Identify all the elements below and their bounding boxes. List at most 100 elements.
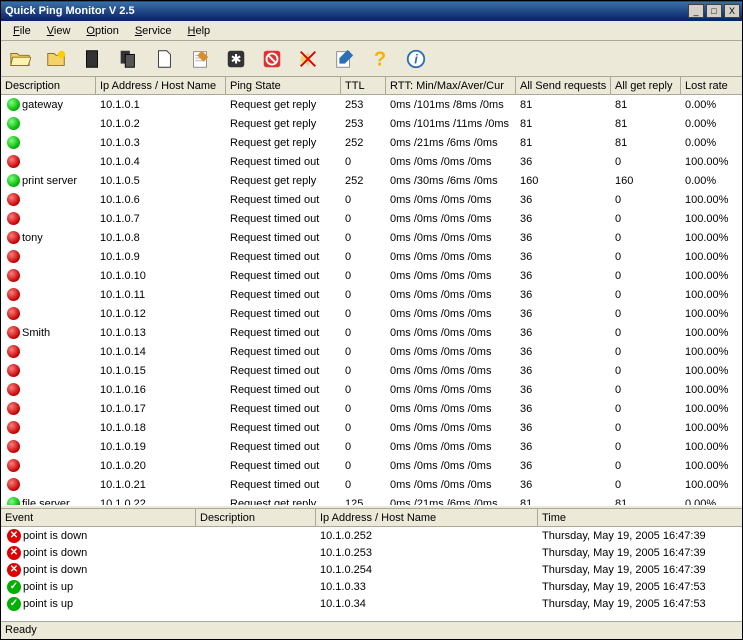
cell-send: 36 bbox=[516, 231, 611, 245]
col-reply[interactable]: All get reply bbox=[611, 77, 681, 94]
status-dot-icon bbox=[7, 269, 20, 282]
table-row[interactable]: 10.1.0.16Request timed out00ms /0ms /0ms… bbox=[1, 380, 742, 399]
menu-view[interactable]: View bbox=[39, 23, 79, 39]
event-row[interactable]: ✕point is down10.1.0.254Thursday, May 19… bbox=[1, 561, 742, 578]
ecol-description[interactable]: Description bbox=[196, 509, 316, 526]
cell-rtt: 0ms /0ms /0ms /0ms bbox=[386, 231, 516, 245]
edit-button[interactable] bbox=[329, 44, 359, 74]
table-row[interactable]: 10.1.0.20Request timed out00ms /0ms /0ms… bbox=[1, 456, 742, 475]
menu-file[interactable]: File bbox=[5, 23, 39, 39]
event-row[interactable]: ✕point is down10.1.0.252Thursday, May 19… bbox=[1, 527, 742, 544]
new-doc-button[interactable] bbox=[77, 44, 107, 74]
cell-rtt: 0ms /0ms /0ms /0ms bbox=[386, 212, 516, 226]
table-row[interactable]: Smith10.1.0.13Request timed out00ms /0ms… bbox=[1, 323, 742, 342]
maximize-button[interactable]: □ bbox=[706, 4, 722, 18]
cell-ip: 10.1.0.11 bbox=[96, 288, 226, 302]
new-folder-button[interactable] bbox=[41, 44, 71, 74]
event-time: Thursday, May 19, 2005 16:47:39 bbox=[538, 529, 723, 543]
col-description[interactable]: Description bbox=[1, 77, 96, 94]
menu-option[interactable]: Option bbox=[78, 23, 126, 39]
col-lost[interactable]: Lost rate bbox=[681, 77, 736, 94]
close-button[interactable]: X bbox=[724, 4, 740, 18]
table-row[interactable]: gateway10.1.0.1Request get reply2530ms /… bbox=[1, 95, 742, 114]
table-row[interactable]: tony10.1.0.8Request timed out00ms /0ms /… bbox=[1, 228, 742, 247]
cell-send: 36 bbox=[516, 421, 611, 435]
copy-docs-button[interactable] bbox=[113, 44, 143, 74]
ecol-time[interactable]: Time bbox=[538, 509, 723, 526]
cell-description: print server bbox=[22, 175, 77, 187]
event-text: point is down bbox=[23, 564, 87, 576]
cell-reply: 0 bbox=[611, 212, 681, 226]
cell-ttl: 0 bbox=[341, 193, 386, 207]
table-row[interactable]: 10.1.0.15Request timed out00ms /0ms /0ms… bbox=[1, 361, 742, 380]
notepad-button[interactable] bbox=[185, 44, 215, 74]
cell-lost: 100.00% bbox=[681, 345, 736, 359]
cell-ttl: 0 bbox=[341, 421, 386, 435]
table-row[interactable]: 10.1.0.18Request timed out00ms /0ms /0ms… bbox=[1, 418, 742, 437]
event-time: Thursday, May 19, 2005 16:47:39 bbox=[538, 563, 723, 577]
event-row[interactable]: ✕point is down10.1.0.253Thursday, May 19… bbox=[1, 544, 742, 561]
cell-description: file server bbox=[22, 498, 70, 506]
table-row[interactable]: print server10.1.0.5Request get reply252… bbox=[1, 171, 742, 190]
event-text: point is up bbox=[23, 581, 73, 593]
table-row[interactable]: 10.1.0.3Request get reply2520ms /21ms /6… bbox=[1, 133, 742, 152]
mute-button[interactable] bbox=[293, 44, 323, 74]
window-title: Quick Ping Monitor V 2.5 bbox=[5, 5, 686, 17]
cell-ip: 10.1.0.9 bbox=[96, 250, 226, 264]
event-row[interactable]: ✓point is up10.1.0.33Thursday, May 19, 2… bbox=[1, 578, 742, 595]
event-body[interactable]: ✕point is down10.1.0.252Thursday, May 19… bbox=[1, 527, 742, 621]
col-ip[interactable]: Ip Address / Host Name bbox=[96, 77, 226, 94]
cell-ttl: 0 bbox=[341, 440, 386, 454]
stop-button[interactable] bbox=[257, 44, 287, 74]
cell-ttl: 0 bbox=[341, 250, 386, 264]
about-button[interactable]: i bbox=[401, 44, 431, 74]
settings-button[interactable]: ✱ bbox=[221, 44, 251, 74]
table-row[interactable]: 10.1.0.12Request timed out00ms /0ms /0ms… bbox=[1, 304, 742, 323]
cell-rtt: 0ms /0ms /0ms /0ms bbox=[386, 440, 516, 454]
cell-ip: 10.1.0.5 bbox=[96, 174, 226, 188]
table-row[interactable]: 10.1.0.4Request timed out00ms /0ms /0ms … bbox=[1, 152, 742, 171]
cell-reply: 0 bbox=[611, 402, 681, 416]
table-row[interactable]: file server10.1.0.22Request get reply125… bbox=[1, 494, 742, 505]
grid-header: Description Ip Address / Host Name Ping … bbox=[1, 77, 742, 95]
help-button[interactable]: ? bbox=[365, 44, 395, 74]
table-row[interactable]: 10.1.0.21Request timed out00ms /0ms /0ms… bbox=[1, 475, 742, 494]
menu-help[interactable]: Help bbox=[180, 23, 219, 39]
col-rtt[interactable]: RTT: Min/Max/Aver/Cur bbox=[386, 77, 516, 94]
col-ping-state[interactable]: Ping State bbox=[226, 77, 341, 94]
menu-service[interactable]: Service bbox=[127, 23, 180, 39]
col-send[interactable]: All Send requests bbox=[516, 77, 611, 94]
cell-reply: 0 bbox=[611, 383, 681, 397]
cell-rtt: 0ms /101ms /11ms /0ms bbox=[386, 117, 516, 131]
col-ttl[interactable]: TTL bbox=[341, 77, 386, 94]
cell-rtt: 0ms /0ms /0ms /0ms bbox=[386, 478, 516, 492]
event-text: point is up bbox=[23, 598, 73, 610]
table-row[interactable]: 10.1.0.9Request timed out00ms /0ms /0ms … bbox=[1, 247, 742, 266]
cell-lost: 100.00% bbox=[681, 250, 736, 264]
open-folder-button[interactable] bbox=[5, 44, 35, 74]
ecol-event[interactable]: Event bbox=[1, 509, 196, 526]
cell-rtt: 0ms /0ms /0ms /0ms bbox=[386, 402, 516, 416]
ecol-ip[interactable]: Ip Address / Host Name bbox=[316, 509, 538, 526]
table-row[interactable]: 10.1.0.11Request timed out00ms /0ms /0ms… bbox=[1, 285, 742, 304]
cell-send: 36 bbox=[516, 402, 611, 416]
cell-state: Request timed out bbox=[226, 402, 341, 416]
event-row[interactable]: ✓point is up10.1.0.34Thursday, May 19, 2… bbox=[1, 595, 742, 612]
page-button[interactable] bbox=[149, 44, 179, 74]
cell-state: Request get reply bbox=[226, 117, 341, 131]
table-row[interactable]: 10.1.0.19Request timed out00ms /0ms /0ms… bbox=[1, 437, 742, 456]
table-row[interactable]: 10.1.0.6Request timed out00ms /0ms /0ms … bbox=[1, 190, 742, 209]
event-time: Thursday, May 19, 2005 16:47:53 bbox=[538, 597, 723, 611]
grid-body[interactable]: gateway10.1.0.1Request get reply2530ms /… bbox=[1, 95, 742, 505]
event-header: Event Description Ip Address / Host Name… bbox=[1, 509, 742, 527]
table-row[interactable]: 10.1.0.7Request timed out00ms /0ms /0ms … bbox=[1, 209, 742, 228]
table-row[interactable]: 10.1.0.2Request get reply2530ms /101ms /… bbox=[1, 114, 742, 133]
table-row[interactable]: 10.1.0.14Request timed out00ms /0ms /0ms… bbox=[1, 342, 742, 361]
cell-send: 36 bbox=[516, 212, 611, 226]
table-row[interactable]: 10.1.0.10Request timed out00ms /0ms /0ms… bbox=[1, 266, 742, 285]
cell-send: 36 bbox=[516, 193, 611, 207]
table-row[interactable]: 10.1.0.17Request timed out00ms /0ms /0ms… bbox=[1, 399, 742, 418]
cell-send: 36 bbox=[516, 307, 611, 321]
cell-ttl: 0 bbox=[341, 459, 386, 473]
minimize-button[interactable]: _ bbox=[688, 4, 704, 18]
